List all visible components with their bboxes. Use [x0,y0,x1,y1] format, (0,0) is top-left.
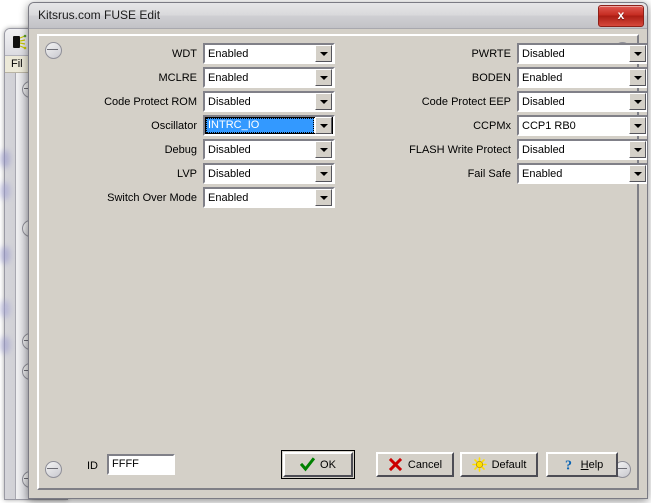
chevron-down-icon[interactable] [629,45,646,62]
fuse-label-mclre: MCLRE [45,72,203,84]
help-button-label: Help [581,459,604,471]
fuse-combo-fail-safe[interactable]: Enabled [517,163,648,184]
chevron-down-icon[interactable] [629,93,646,110]
fuse-combo-lvp[interactable]: Disabled [203,163,335,184]
svg-text:?: ? [565,459,572,473]
fuse-combo-flash-write-protect[interactable]: Disabled [517,139,648,160]
chevron-down-icon[interactable] [315,165,332,182]
fuse-combo-code-protect-rom[interactable]: Disabled [203,91,335,112]
fuse-row-switch-over-mode: Switch Over Mode Enabled [45,186,335,209]
fuse-row-ccpmx: CCPMx CCP1 RB0 [359,114,648,137]
dialog-footer: ID FFFF OK Cancel [39,450,637,482]
fuse-value-flash-write-protect: Disabled [519,144,629,156]
fuse-value-code-protect-eep: Disabled [519,96,629,108]
dialog-body: WDT Enabled MCLRE Enabled Code Protect R… [29,29,647,498]
edge-artifact [0,182,10,200]
fuse-label-boden: BODEN [359,72,517,84]
fuse-label-lvp: LVP [45,168,203,180]
fuse-combo-oscillator[interactable]: INTRC_IO [203,115,335,136]
id-input[interactable]: FFFF [107,454,175,475]
fuse-value-boden: Enabled [519,72,629,84]
chevron-down-icon[interactable] [629,141,646,158]
fuse-row-fail-safe: Fail Safe Enabled [359,162,648,185]
fuse-label-wdt: WDT [45,48,203,60]
chevron-down-icon[interactable] [315,45,332,62]
fuse-settings-right-column: PWRTE Disabled BODEN Enabled Code Protec… [359,42,648,186]
fuse-row-boden: BODEN Enabled [359,66,648,89]
chevron-down-icon[interactable] [315,141,332,158]
blue-question-icon: ? [561,457,576,472]
chevron-down-icon[interactable] [629,117,646,134]
id-label: ID [87,460,98,472]
menu-item-file[interactable]: Fil [11,58,23,70]
fuse-row-wdt: WDT Enabled [45,42,335,65]
fuse-combo-mclre[interactable]: Enabled [203,67,335,88]
fuse-value-fail-safe: Enabled [519,168,629,180]
fuse-label-oscillator: Oscillator [45,120,203,132]
fuse-label-pwrte: PWRTE [359,48,517,60]
chevron-down-icon[interactable] [315,69,332,86]
ok-button-label: OK [320,459,336,471]
fuse-row-lvp: LVP Disabled [45,162,335,185]
fuse-row-pwrte: PWRTE Disabled [359,42,648,65]
fuse-row-debug: Debug Disabled [45,138,335,161]
fuse-label-ccpmx: CCPMx [359,120,517,132]
yellow-sun-icon [472,457,487,472]
close-button[interactable]: x [598,5,644,27]
fuse-value-pwrte: Disabled [519,48,629,60]
fuse-value-wdt: Enabled [205,48,315,60]
fuse-label-fail-safe: Fail Safe [359,168,517,180]
dialog-group-frame: WDT Enabled MCLRE Enabled Code Protect R… [37,34,639,490]
edge-artifact [0,246,10,264]
default-button[interactable]: Default [460,452,538,477]
edge-artifact [0,150,10,168]
fuse-combo-code-protect-eep[interactable]: Disabled [517,91,648,112]
help-label-rest: elp [589,459,604,471]
chevron-down-icon[interactable] [315,93,332,110]
edge-artifact [0,300,10,318]
chip-icon [11,33,29,51]
fuse-combo-pwrte[interactable]: Disabled [517,43,648,64]
fuse-label-code-protect-rom: Code Protect ROM [45,96,203,108]
chevron-down-icon[interactable] [315,117,332,134]
green-check-icon [300,457,315,472]
fuse-combo-wdt[interactable]: Enabled [203,43,335,64]
fuse-value-mclre: Enabled [205,72,315,84]
fuse-value-debug: Disabled [205,144,315,156]
dialog-title: Kitsrus.com FUSE Edit [38,8,160,22]
fuse-row-mclre: MCLRE Enabled [45,66,335,89]
fuse-row-flash-write-protect: FLASH Write Protect Disabled [359,138,648,161]
fuse-value-oscillator: INTRC_IO [206,118,314,133]
cancel-button-label: Cancel [408,459,442,471]
chevron-down-icon[interactable] [629,69,646,86]
dialog-titlebar[interactable]: Kitsrus.com FUSE Edit x [29,3,647,29]
fuse-value-switch-over-mode: Enabled [205,192,315,204]
help-button[interactable]: ? Help [546,452,618,477]
fuse-label-flash-write-protect: FLASH Write Protect [359,144,517,156]
fuse-value-lvp: Disabled [205,168,315,180]
fuse-edit-dialog: Kitsrus.com FUSE Edit x WDT Enabled M [28,2,648,499]
fuse-combo-debug[interactable]: Disabled [203,139,335,160]
ok-button[interactable]: OK [283,452,353,477]
edge-artifact [0,336,10,354]
fuse-label-code-protect-eep: Code Protect EEP [359,96,517,108]
fuse-combo-ccpmx[interactable]: CCP1 RB0 [517,115,648,136]
fuse-label-debug: Debug [45,144,203,156]
fuse-combo-switch-over-mode[interactable]: Enabled [203,187,335,208]
chevron-down-icon[interactable] [315,189,332,206]
fuse-settings-left-column: WDT Enabled MCLRE Enabled Code Protect R… [45,42,335,210]
fuse-row-code-protect-eep: Code Protect EEP Disabled [359,90,648,113]
fuse-row-oscillator: Oscillator INTRC_IO [45,114,335,137]
fuse-combo-boden[interactable]: Enabled [517,67,648,88]
fuse-row-code-protect-rom: Code Protect ROM Disabled [45,90,335,113]
default-button-label: Default [492,459,527,471]
help-accel-char: H [581,459,589,471]
fuse-value-code-protect-rom: Disabled [205,96,315,108]
fuse-value-ccpmx: CCP1 RB0 [519,120,629,132]
chevron-down-icon[interactable] [629,165,646,182]
fuse-label-switch-over-mode: Switch Over Mode [45,192,203,204]
cancel-button[interactable]: Cancel [376,452,454,477]
red-x-icon [388,457,403,472]
